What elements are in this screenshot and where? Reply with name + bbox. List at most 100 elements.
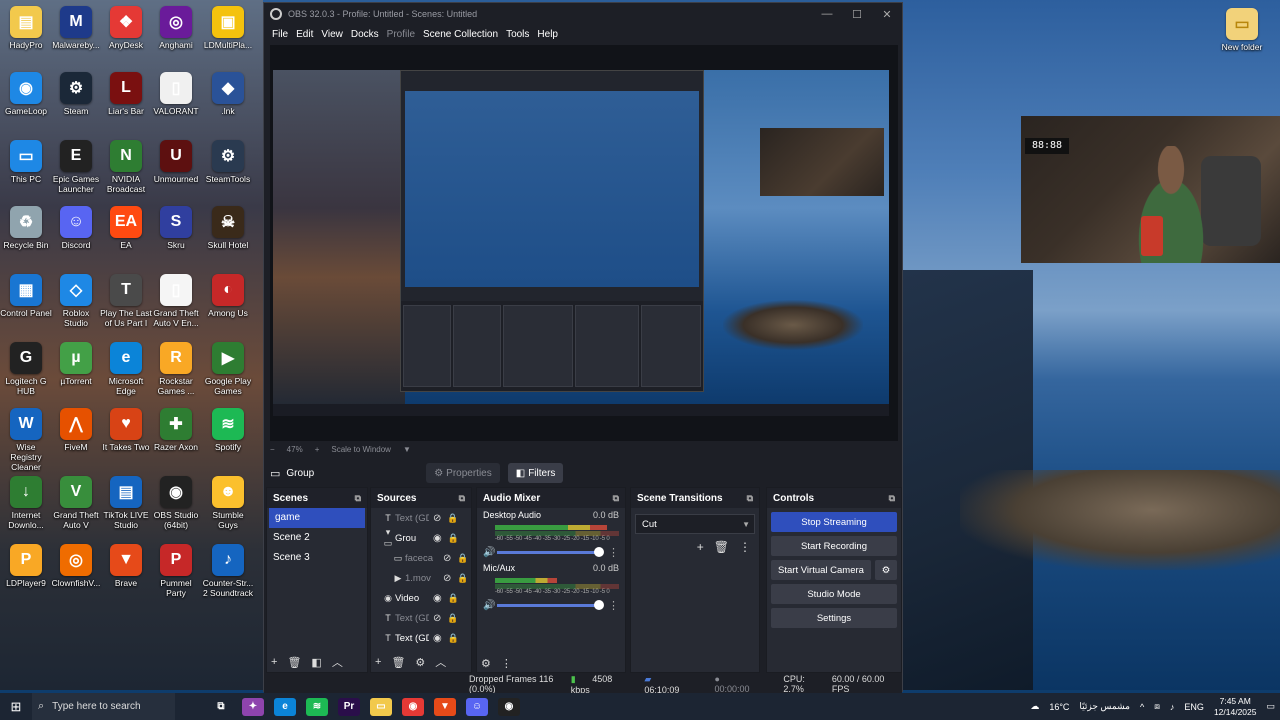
- eye-off-icon[interactable]: ⊘: [433, 513, 441, 524]
- desktop-icon[interactable]: ☺ Discord: [50, 206, 102, 250]
- lock-icon[interactable]: 🔒: [448, 533, 459, 544]
- lock-icon[interactable]: 🔒: [447, 513, 458, 524]
- chevron-up-icon[interactable]: ^: [1140, 702, 1144, 712]
- more-icon[interactable]: ⋮: [501, 657, 512, 670]
- taskbar-premiere-icon[interactable]: Pr: [338, 697, 360, 716]
- eye-icon[interactable]: ◉: [433, 593, 442, 604]
- desktop-icon[interactable]: ▯ VALORANT: [150, 72, 202, 116]
- virtual-camera-settings-button[interactable]: ⚙: [875, 560, 897, 580]
- trash-icon[interactable]: 🗑: [287, 656, 301, 669]
- desktop-icon[interactable]: ♻ Recycle Bin: [0, 206, 52, 250]
- source-row[interactable]: T Text (GD ⊘ 🔒: [377, 608, 471, 628]
- desktop-icon[interactable]: EA EA: [100, 206, 152, 250]
- desktop-icon[interactable]: R Rockstar Games ...: [150, 342, 202, 396]
- source-row[interactable]: T Text (GD ⊘ 🔒: [377, 508, 471, 528]
- dock-float-icon[interactable]: ⧉: [459, 493, 465, 504]
- start-recording-button[interactable]: Start Recording: [771, 536, 897, 556]
- clock[interactable]: 7:45 AM 12/14/2025: [1214, 696, 1257, 718]
- minimize-button[interactable]: —: [812, 8, 842, 21]
- source-row[interactable]: ▶ 1.mov ⊘ 🔒: [377, 568, 471, 588]
- zoom-out-button[interactable]: −: [270, 445, 275, 454]
- taskbar-brave-icon[interactable]: ▼: [434, 697, 456, 716]
- lock-icon[interactable]: 🔒: [457, 553, 468, 564]
- eye-off-icon[interactable]: ⊘: [443, 573, 451, 584]
- taskbar-task-view-icon[interactable]: ⧉: [210, 697, 232, 716]
- settings-button[interactable]: Settings: [771, 608, 897, 628]
- zoom-in-button[interactable]: +: [315, 445, 320, 454]
- taskbar-search[interactable]: ⌕ Type here to search: [32, 693, 175, 720]
- eye-off-icon[interactable]: ⊘: [443, 553, 451, 564]
- desktop-icon[interactable]: ◐ Among Us: [202, 274, 254, 318]
- volume-icon[interactable]: ♪: [1170, 702, 1175, 712]
- menu-file[interactable]: File: [272, 29, 288, 40]
- filters-button[interactable]: ◧ Filters: [507, 463, 564, 483]
- maximize-button[interactable]: ☐: [842, 8, 872, 21]
- lock-icon[interactable]: 🔒: [448, 593, 459, 604]
- preview-area[interactable]: [270, 45, 898, 441]
- volume-icon[interactable]: 🔊: [483, 547, 497, 558]
- network-icon[interactable]: ⧈: [1154, 701, 1160, 712]
- desktop-icon[interactable]: ↓ Internet Downlo...: [0, 476, 52, 530]
- chevron-down-icon[interactable]: ▼: [403, 445, 411, 454]
- taskbar-copilot-icon[interactable]: ✦: [242, 697, 264, 716]
- close-button[interactable]: ✕: [872, 8, 902, 21]
- taskbar-file-explorer-icon[interactable]: ▭: [370, 697, 392, 716]
- eye-off-icon[interactable]: ⊘: [433, 613, 441, 624]
- desktop-icon[interactable]: ▤ HadyPro: [0, 6, 52, 50]
- gear-icon[interactable]: ⚙: [415, 656, 425, 669]
- obs-titlebar[interactable]: OBS 32.0.3 - Profile: Untitled - Scenes:…: [264, 3, 902, 25]
- scene-item[interactable]: Scene 2: [267, 528, 367, 548]
- taskbar-spotify-icon[interactable]: ≋: [306, 697, 328, 716]
- desktop-icon[interactable]: ◉ GameLoop: [0, 72, 52, 116]
- menu-tools[interactable]: Tools: [506, 29, 529, 40]
- dock-float-icon[interactable]: ⧉: [889, 493, 895, 504]
- weather-text[interactable]: مشمس جزئيًا: [1079, 701, 1130, 712]
- desktop-icon[interactable]: M Malwareby...: [50, 6, 102, 50]
- slider-knob[interactable]: [594, 599, 604, 610]
- desktop-icon[interactable]: P LDPlayer9: [0, 544, 52, 588]
- studio-mode-button[interactable]: Studio Mode: [771, 584, 897, 604]
- desktop-icon[interactable]: ◎ Anghami: [150, 6, 202, 50]
- chevron-up-icon[interactable]: ︿: [435, 654, 446, 670]
- desktop-icon[interactable]: ▶ Google Play Games: [202, 342, 254, 396]
- desktop-icon[interactable]: ≋ Spotify: [202, 408, 254, 452]
- menu-profile[interactable]: Profile: [387, 29, 415, 40]
- chevron-up-icon[interactable]: ︿: [332, 654, 343, 670]
- desktop-icon[interactable]: S Skru: [150, 206, 202, 250]
- desktop-icon[interactable]: ▣ LDMultiPla...: [202, 6, 254, 50]
- desktop-icon[interactable]: W Wise Registry Cleaner: [0, 408, 52, 472]
- menu-view[interactable]: View: [321, 29, 343, 40]
- desktop-icon[interactable]: ♥ It Takes Two: [100, 408, 152, 452]
- dock-float-icon[interactable]: ⧉: [747, 493, 753, 504]
- volume-icon[interactable]: 🔊: [483, 600, 497, 611]
- desktop-icon[interactable]: ⋀ FiveM: [50, 408, 102, 452]
- notification-icon[interactable]: ▭: [1266, 701, 1275, 712]
- source-row[interactable]: ▭ faceca ⊘ 🔒: [377, 548, 471, 568]
- properties-button[interactable]: ⚙ Properties: [426, 463, 500, 483]
- more-icon[interactable]: ⋮: [608, 546, 619, 559]
- dock-float-icon[interactable]: ⧉: [355, 493, 361, 504]
- scale-mode-label[interactable]: Scale to Window: [331, 445, 391, 454]
- language[interactable]: ENG: [1184, 702, 1204, 712]
- filter-icon[interactable]: ◧: [311, 656, 321, 669]
- desktop-icon[interactable]: L Liar's Bar: [100, 72, 152, 116]
- dock-float-icon[interactable]: ⧉: [613, 493, 619, 504]
- menu-docks[interactable]: Docks: [351, 29, 379, 40]
- add-icon[interactable]: +: [375, 656, 381, 668]
- desktop-icon[interactable]: ✚ Razer Axon: [150, 408, 202, 452]
- desktop-icon[interactable]: N NVIDIA Broadcast: [100, 140, 152, 194]
- taskbar-edge-icon[interactable]: e: [274, 697, 296, 716]
- start-button[interactable]: ⊞: [0, 699, 32, 715]
- trash-icon[interactable]: 🗑: [714, 540, 729, 554]
- desktop-icon[interactable]: E Epic Games Launcher: [50, 140, 102, 194]
- desktop-icon[interactable]: ⚙ Steam: [50, 72, 102, 116]
- scene-item[interactable]: game: [269, 508, 365, 528]
- desktop-icon[interactable]: ⚙ SteamTools: [202, 140, 254, 184]
- desktop-icon[interactable]: ▯ Grand Theft Auto V En...: [150, 274, 202, 328]
- desktop-icon[interactable]: ▭ This PC: [0, 140, 52, 184]
- desktop-icon[interactable]: e Microsoft Edge: [100, 342, 152, 396]
- lock-icon[interactable]: 🔒: [457, 573, 468, 584]
- scene-item[interactable]: Scene 3: [267, 548, 367, 568]
- more-icon[interactable]: ⋮: [608, 599, 619, 612]
- desktop-icon[interactable]: G Logitech G HUB: [0, 342, 52, 396]
